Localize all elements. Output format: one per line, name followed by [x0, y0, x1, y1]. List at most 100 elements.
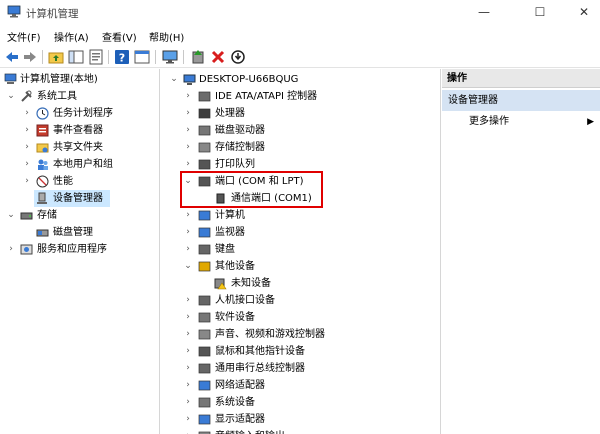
help-icon[interactable]: ?	[114, 49, 130, 65]
chevron-right-icon[interactable]: ›	[183, 292, 193, 309]
device-category-row[interactable]: › 软件设备	[161, 309, 440, 326]
update-driver-icon[interactable]	[190, 49, 206, 65]
mouse-icon	[198, 346, 211, 357]
tree-label: 计算机管理(本地)	[20, 74, 98, 85]
chevron-right-icon[interactable]: ›	[183, 88, 193, 105]
chevron-down-icon[interactable]: ⌄	[183, 258, 193, 275]
chevron-down-icon[interactable]: ⌄	[169, 71, 179, 88]
uninstall-icon[interactable]	[210, 49, 226, 65]
chevron-right-icon[interactable]: ›	[22, 122, 32, 139]
tree-label: 性能	[53, 176, 73, 187]
device-category-row[interactable]: › 音频输入和输出	[161, 428, 440, 434]
device-tree-pane: ⌄ DESKTOP-U66BQUG › IDE ATA/ATAPI 控制器 › 处理器…	[161, 69, 441, 434]
menu-help[interactable]: 帮助(H)	[149, 29, 184, 44]
tree-item-shared-folders[interactable]: › 共享文件夹	[0, 139, 159, 156]
chevron-right-icon[interactable]: ›	[183, 343, 193, 360]
device-category-row[interactable]: › 系统设备	[161, 394, 440, 411]
toolbar-separator	[183, 50, 184, 64]
actions-section-device-manager[interactable]: 设备管理器	[442, 90, 600, 111]
device-category-row[interactable]: › 网络适配器	[161, 377, 440, 394]
maximize-button[interactable]: ☐	[518, 0, 562, 26]
device-category-label: 鼠标和其他指针设备	[215, 346, 305, 357]
device-category-label: 声音、视频和游戏控制器	[215, 329, 325, 340]
chevron-right-icon[interactable]: ›	[6, 241, 16, 258]
disk-drive-icon	[198, 125, 211, 136]
tree-label: 磁盘管理	[53, 227, 93, 238]
device-tree-root[interactable]: ⌄ DESKTOP-U66BQUG	[161, 71, 440, 88]
device-category-row[interactable]: › IDE ATA/ATAPI 控制器	[161, 88, 440, 105]
monitor-icon[interactable]	[162, 49, 178, 65]
tree-label: 任务计划程序	[53, 108, 113, 119]
device-category-label: 键盘	[215, 244, 235, 255]
tree-item-system-tools[interactable]: ⌄ 系统工具	[0, 88, 159, 105]
device-category-row[interactable]: › 计算机	[161, 207, 440, 224]
toolbar-separator	[155, 50, 156, 64]
show-hide-tree-icon[interactable]	[68, 49, 84, 65]
chevron-down-icon[interactable]: ⌄	[6, 207, 16, 224]
device-category-row[interactable]: › 声音、视频和游戏控制器	[161, 326, 440, 343]
chevron-right-icon[interactable]: ›	[183, 326, 193, 343]
chevron-right-icon[interactable]: ›	[183, 224, 193, 241]
forward-icon[interactable]	[22, 49, 38, 65]
chevron-right-icon[interactable]: ›	[22, 173, 32, 190]
network-adapter-icon	[198, 380, 211, 391]
device-category-row[interactable]: ⌄ 其他设备	[161, 258, 440, 275]
device-item-unknown[interactable]: 未知设备	[161, 275, 440, 292]
menu-file[interactable]: 文件(F)	[7, 29, 41, 44]
device-category-row[interactable]: › 监视器	[161, 224, 440, 241]
ide-controller-icon	[198, 91, 211, 102]
device-category-row[interactable]: › 存储控制器	[161, 139, 440, 156]
tree-item-storage[interactable]: ⌄ 存储	[0, 207, 159, 224]
disable-icon[interactable]	[230, 49, 246, 65]
device-category-row[interactable]: › 显示适配器	[161, 411, 440, 428]
device-category-row[interactable]: › 处理器	[161, 105, 440, 122]
chevron-right-icon[interactable]: ›	[183, 105, 193, 122]
properties-icon[interactable]	[88, 49, 104, 65]
chevron-right-icon[interactable]: ›	[22, 139, 32, 156]
chevron-right-icon[interactable]: ›	[183, 360, 193, 377]
toolbar: ?	[0, 46, 600, 68]
device-category-row[interactable]: › 通用串行总线控制器	[161, 360, 440, 377]
menu-action[interactable]: 操作(A)	[54, 29, 89, 44]
chevron-right-icon[interactable]: ›	[183, 309, 193, 326]
tree-item-computer-management[interactable]: 计算机管理(本地)	[0, 71, 159, 88]
tree-item-performance[interactable]: › 性能	[0, 173, 159, 190]
tree-item-device-manager[interactable]: 设备管理器	[34, 190, 110, 207]
chevron-right-icon[interactable]: ›	[183, 377, 193, 394]
tree-label: 事件查看器	[53, 125, 103, 136]
tree-item-disk-management[interactable]: 磁盘管理	[0, 224, 159, 241]
up-folder-icon[interactable]	[48, 49, 64, 65]
device-category-row[interactable]: › 磁盘驱动器	[161, 122, 440, 139]
chevron-right-icon[interactable]: ›	[22, 156, 32, 173]
tree-item-local-users[interactable]: › 本地用户和组	[0, 156, 159, 173]
tree-item-services-apps[interactable]: › 服务和应用程序	[0, 241, 159, 258]
other-devices-icon	[198, 261, 211, 272]
chevron-right-icon[interactable]: ›	[183, 122, 193, 139]
device-category-row[interactable]: › 鼠标和其他指针设备	[161, 343, 440, 360]
chevron-right-icon[interactable]: ›	[183, 139, 193, 156]
chevron-right-icon[interactable]: ›	[183, 207, 193, 224]
menu-view[interactable]: 查看(V)	[102, 29, 137, 44]
monitor-icon	[198, 227, 211, 238]
back-icon[interactable]	[4, 49, 20, 65]
device-category-label: 计算机	[215, 210, 245, 221]
device-category-label: 磁盘驱动器	[215, 125, 265, 136]
device-category-row[interactable]: › 键盘	[161, 241, 440, 258]
minimize-button[interactable]: —	[462, 0, 506, 26]
export-icon[interactable]	[134, 49, 150, 65]
chevron-down-icon[interactable]: ⌄	[6, 88, 16, 105]
window-title: 计算机管理	[26, 8, 79, 20]
more-actions-item[interactable]: 更多操作 ▶	[442, 113, 600, 131]
tree-item-event-viewer[interactable]: › 事件查看器	[0, 122, 159, 139]
tree-item-task-scheduler[interactable]: › 任务计划程序	[0, 105, 159, 122]
chevron-right-icon[interactable]: ›	[183, 241, 193, 258]
close-button[interactable]: ✕	[562, 0, 600, 26]
device-category-row[interactable]: › 人机接口设备	[161, 292, 440, 309]
chevron-right-icon[interactable]: ›	[22, 105, 32, 122]
chevron-right-icon[interactable]: ›	[183, 411, 193, 428]
chevron-right-icon[interactable]: ›	[183, 428, 193, 434]
device-category-label: 显示适配器	[215, 414, 265, 425]
chevron-right-icon[interactable]: ›	[183, 394, 193, 411]
keyboard-icon	[198, 244, 211, 255]
tree-label: 本地用户和组	[53, 159, 113, 170]
